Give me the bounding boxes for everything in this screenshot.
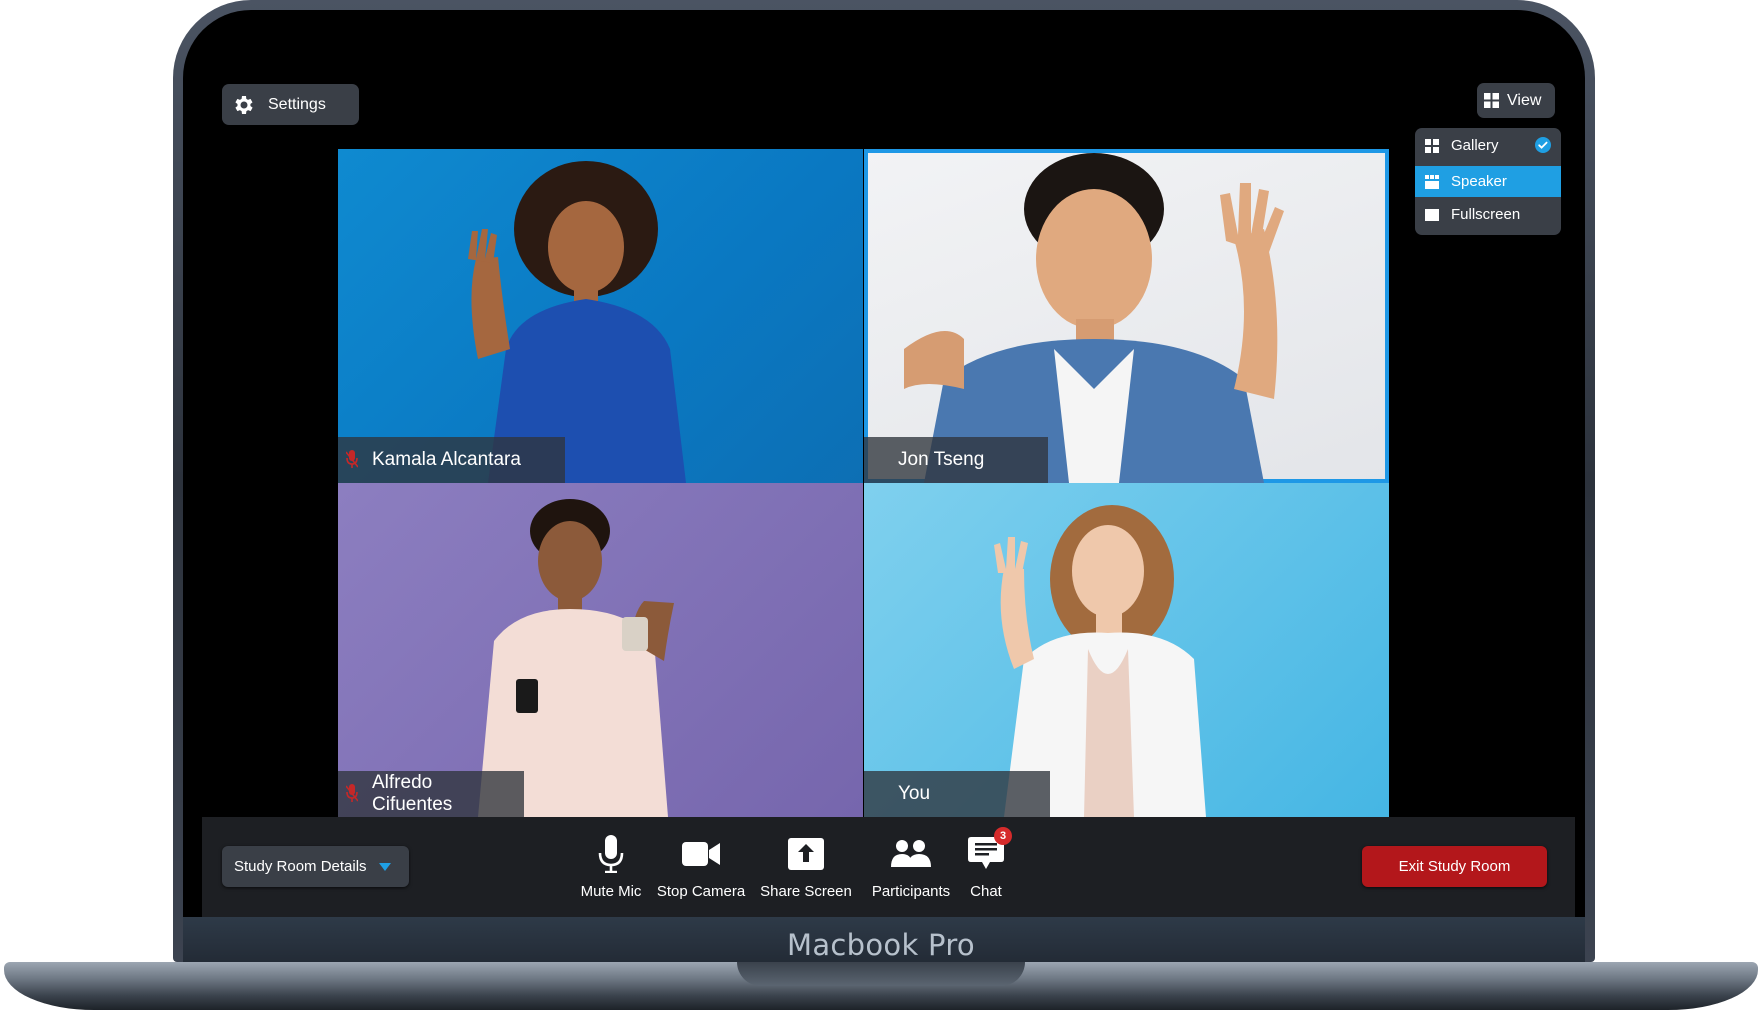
participant-name: Kamala Alcantara bbox=[372, 449, 521, 470]
call-toolbar: Study Room Details Mute Mic Stop Camera … bbox=[202, 817, 1575, 917]
exit-study-room-button[interactable]: Exit Study Room bbox=[1362, 846, 1547, 887]
study-room-details-dropdown[interactable]: Study Room Details bbox=[222, 846, 409, 887]
control-label: Share Screen bbox=[760, 883, 852, 900]
grid-icon bbox=[1484, 93, 1499, 108]
participant-video-figure bbox=[994, 505, 1206, 817]
settings-label: Settings bbox=[268, 95, 326, 113]
fullscreen-icon bbox=[1425, 208, 1439, 221]
menu-item-label: Gallery bbox=[1451, 137, 1499, 154]
participant-name: Alfredo Cifuentes bbox=[372, 772, 453, 815]
participant-name-tag: Alfredo Cifuentes bbox=[338, 771, 524, 817]
participant-video-figure bbox=[468, 161, 686, 483]
menu-item-speaker[interactable]: Speaker bbox=[1415, 166, 1561, 197]
details-label: Study Room Details bbox=[234, 858, 367, 875]
view-button[interactable]: View bbox=[1477, 83, 1555, 118]
control-label: Stop Camera bbox=[656, 883, 746, 900]
participant-name-tag: Jon Tseng bbox=[864, 437, 1048, 483]
share-screen-button[interactable]: Share Screen bbox=[760, 831, 852, 907]
muted-microphone-icon bbox=[346, 450, 358, 470]
chat-icon: 3 bbox=[968, 827, 1012, 877]
video-tile-participant[interactable]: Alfredo Cifuentes bbox=[338, 483, 863, 817]
device-brand-label: Macbook Pro bbox=[787, 928, 975, 962]
microphone-icon bbox=[598, 831, 624, 877]
settings-button[interactable]: Settings bbox=[222, 84, 359, 125]
participant-video-figure bbox=[478, 499, 674, 817]
speaker-layout-icon bbox=[1425, 174, 1439, 189]
control-label: Mute Mic bbox=[580, 883, 642, 900]
participant-video-figure bbox=[904, 153, 1284, 483]
view-label: View bbox=[1507, 91, 1542, 109]
video-call-screen: Settings View Gallery Speaker Fullscreen… bbox=[202, 46, 1575, 917]
video-tile-self[interactable]: You bbox=[864, 483, 1389, 817]
participant-name-tag: Kamala Alcantara bbox=[338, 437, 565, 483]
grid-icon bbox=[1425, 138, 1439, 153]
participant-name: You bbox=[898, 783, 931, 804]
unread-badge: 3 bbox=[994, 827, 1012, 845]
participant-name-tag: You bbox=[864, 771, 1050, 817]
muted-microphone-icon bbox=[346, 784, 358, 804]
chat-button[interactable]: 3 Chat bbox=[962, 827, 1012, 907]
video-grid: Kamala Alcantara Jon Tseng Alfredo Cifue… bbox=[338, 149, 1389, 817]
menu-item-gallery[interactable]: Gallery bbox=[1415, 130, 1561, 161]
camera-icon bbox=[682, 831, 720, 877]
video-tile-participant[interactable]: Kamala Alcantara bbox=[338, 149, 863, 483]
mute-mic-button[interactable]: Mute Mic bbox=[580, 831, 642, 907]
gear-icon bbox=[232, 93, 256, 117]
caret-down-icon bbox=[378, 862, 391, 871]
share-screen-icon bbox=[788, 831, 824, 877]
participants-button[interactable]: Participants bbox=[869, 831, 953, 907]
video-tile-active-speaker[interactable]: Jon Tseng bbox=[864, 149, 1389, 483]
menu-item-fullscreen[interactable]: Fullscreen bbox=[1415, 199, 1561, 230]
menu-item-label: Fullscreen bbox=[1451, 206, 1521, 223]
check-circle-icon bbox=[1535, 137, 1551, 157]
laptop-notch bbox=[737, 962, 1025, 986]
participant-name: Jon Tseng bbox=[898, 449, 985, 470]
control-label: Participants bbox=[871, 883, 951, 900]
view-menu: Gallery Speaker Fullscreen bbox=[1415, 128, 1561, 235]
menu-item-label: Speaker bbox=[1451, 173, 1507, 190]
stop-camera-button[interactable]: Stop Camera bbox=[657, 831, 745, 907]
control-label: Chat bbox=[970, 883, 1002, 900]
participants-icon bbox=[891, 831, 931, 877]
